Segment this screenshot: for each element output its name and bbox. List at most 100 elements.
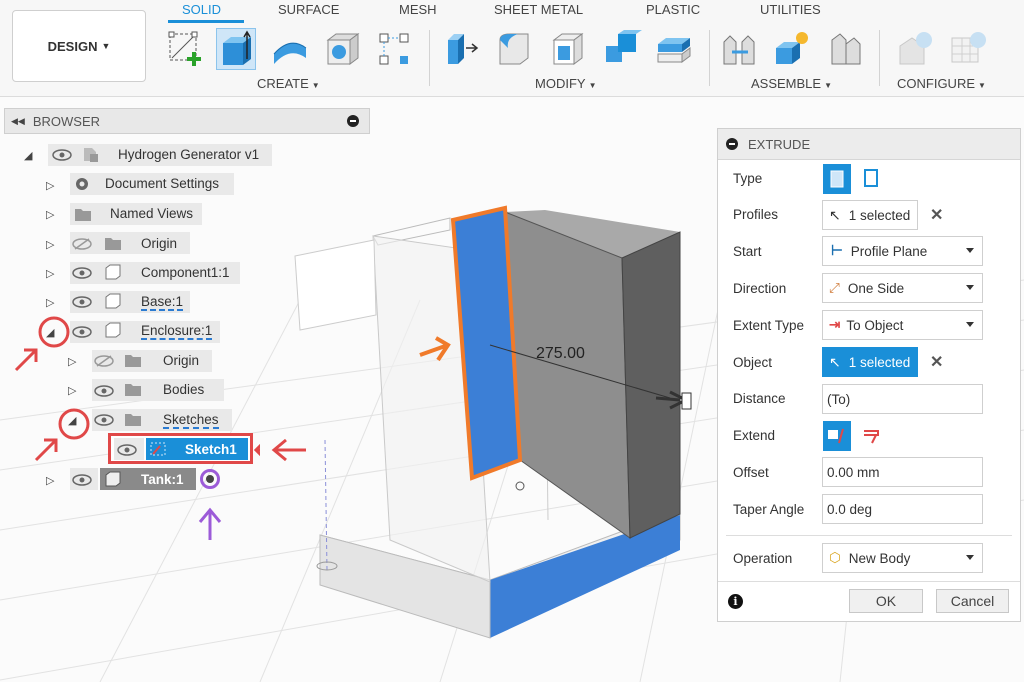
collapse-panel-icon[interactable]: ◀◀ — [11, 116, 25, 127]
browser-item-label: Origin — [141, 236, 178, 251]
tab-surface[interactable]: SURFACE — [278, 2, 339, 17]
browser-item-label: Named Views — [110, 206, 194, 221]
assemble-menu-label: ASSEMBLE — [751, 76, 822, 91]
cursor-icon: ↖ — [829, 206, 841, 223]
cancel-button[interactable]: Cancel — [936, 589, 1009, 613]
modify-menu-label: MODIFY — [535, 76, 586, 91]
hidden-eye-icon[interactable] — [72, 238, 92, 250]
direction-dropdown[interactable]: ⤢ One Side — [822, 273, 983, 303]
profiles-selector[interactable]: ↖ 1 selected — [822, 200, 918, 230]
clear-profiles-icon[interactable]: ✕ — [930, 205, 943, 225]
tab-solid[interactable]: SOLID — [182, 2, 221, 17]
revolve-tool-icon[interactable] — [270, 28, 310, 70]
tab-sheet-metal[interactable]: SHEET METAL — [494, 2, 583, 17]
offset-label: Offset — [733, 465, 769, 480]
offset-value: 0.00 mm — [827, 464, 880, 480]
start-label: Start — [733, 244, 762, 259]
hole-tool-icon[interactable] — [322, 28, 362, 70]
active-tab-indicator — [168, 20, 244, 23]
press-pull-icon[interactable] — [442, 28, 482, 70]
divider — [718, 581, 1020, 582]
type-solid-icon[interactable] — [823, 164, 851, 194]
distance-field[interactable]: (To) — [822, 384, 983, 414]
expand-toggle-icon[interactable]: ▷ — [46, 267, 54, 280]
collapse-icon[interactable] — [726, 138, 738, 150]
distance-value: (To) — [827, 391, 851, 407]
clear-object-icon[interactable]: ✕ — [930, 352, 943, 372]
toolbar: DESIGN ▼ SOLID SURFACE MESH SHEET METAL P… — [0, 0, 1024, 97]
configure-table-icon[interactable] — [948, 28, 988, 70]
create-sketch-icon[interactable] — [166, 28, 206, 70]
base-front-face — [490, 515, 680, 638]
object-selector[interactable]: ↖ 1 selected — [822, 347, 918, 377]
create-menu-label: CREATE — [257, 76, 309, 91]
operation-dropdown[interactable]: ⬡ New Body — [822, 543, 983, 573]
extent-type-dropdown[interactable]: ⇥ To Object — [822, 310, 983, 340]
operation-value: New Body — [848, 550, 911, 566]
offset-field[interactable]: 0.00 mm — [822, 457, 983, 487]
stack-icon[interactable] — [654, 28, 694, 70]
collapse-icon[interactable] — [347, 115, 359, 127]
start-dropdown[interactable]: ⊢ Profile Plane — [822, 236, 983, 266]
extent-type-label: Extent Type — [733, 318, 805, 333]
visibility-eye-icon[interactable] — [72, 267, 92, 279]
configure-icon[interactable] — [896, 28, 936, 70]
extrude-tool-icon[interactable] — [216, 28, 256, 70]
tab-plastic[interactable]: PLASTIC — [646, 2, 700, 17]
tab-utilities[interactable]: UTILITIES — [760, 2, 821, 17]
sketch-plane-outline — [294, 239, 377, 331]
type-thin-icon[interactable] — [858, 164, 886, 194]
browser-header[interactable]: ◀◀ BROWSER — [4, 108, 370, 134]
direction-label: Direction — [733, 281, 787, 296]
chevron-down-icon — [966, 248, 974, 253]
profiles-value: 1 selected — [848, 207, 911, 223]
modify-menu[interactable]: MODIFY ▼ — [535, 76, 596, 91]
tab-mesh[interactable]: MESH — [399, 2, 437, 17]
fillet-icon[interactable] — [494, 28, 534, 70]
combine-icon[interactable] — [602, 28, 642, 70]
document-icon — [82, 146, 100, 162]
visibility-eye-icon[interactable] — [52, 149, 72, 161]
divider — [726, 535, 1012, 536]
component-icon — [104, 264, 122, 280]
distance-label: Distance — [733, 391, 786, 406]
new-body-icon: ⬡ — [829, 550, 841, 565]
info-icon[interactable]: i — [728, 594, 743, 609]
shell-icon[interactable] — [548, 28, 588, 70]
create-menu[interactable]: CREATE ▼ — [257, 76, 320, 91]
pattern-tool-icon[interactable] — [374, 28, 414, 70]
browser-item-label: Document Settings — [105, 176, 220, 191]
expand-toggle-icon[interactable]: ◢ — [24, 149, 32, 162]
taper-angle-value: 0.0 deg — [827, 501, 873, 517]
extend-min-solution-icon[interactable] — [858, 421, 886, 451]
workspace-dropdown[interactable]: DESIGN ▼ — [12, 10, 146, 82]
browser-item-label: Component1:1 — [141, 265, 230, 280]
as-built-joint-icon[interactable] — [826, 28, 866, 70]
ok-button[interactable]: OK — [849, 589, 923, 613]
to-object-icon: ⇥ — [829, 317, 841, 332]
profiles-label: Profiles — [733, 207, 779, 222]
operation-label: Operation — [733, 551, 793, 566]
dimension-label[interactable]: 275.00 — [536, 345, 585, 363]
toolbar-divider — [879, 30, 880, 86]
taper-angle-field[interactable]: 0.0 deg — [822, 494, 983, 524]
extrude-dialog: EXTRUDE Type Profiles ↖ 1 selected ✕ Sta… — [717, 128, 1021, 622]
extrude-dialog-header[interactable]: EXTRUDE — [718, 129, 1020, 160]
new-component-icon[interactable] — [772, 28, 812, 70]
expand-toggle-icon[interactable]: ▷ — [46, 208, 54, 221]
annotation-arrow-red — [271, 438, 306, 462]
chevron-down-icon — [966, 322, 974, 327]
chevron-down-icon: ▼ — [101, 41, 111, 51]
configure-menu[interactable]: CONFIGURE ▼ — [897, 76, 986, 91]
direction-value: One Side — [847, 280, 905, 296]
gear-icon — [74, 176, 92, 192]
extend-adjacent-icon[interactable] — [823, 421, 851, 451]
joint-icon[interactable] — [720, 28, 760, 70]
dialog-title: EXTRUDE — [748, 136, 811, 152]
configure-menu-label: CONFIGURE — [897, 76, 975, 91]
expand-toggle-icon[interactable]: ▷ — [46, 238, 54, 251]
toolbar-divider — [429, 30, 430, 86]
expand-toggle-icon[interactable]: ▷ — [46, 179, 54, 192]
assemble-menu[interactable]: ASSEMBLE ▼ — [751, 76, 832, 91]
toolbar-divider — [709, 30, 710, 86]
